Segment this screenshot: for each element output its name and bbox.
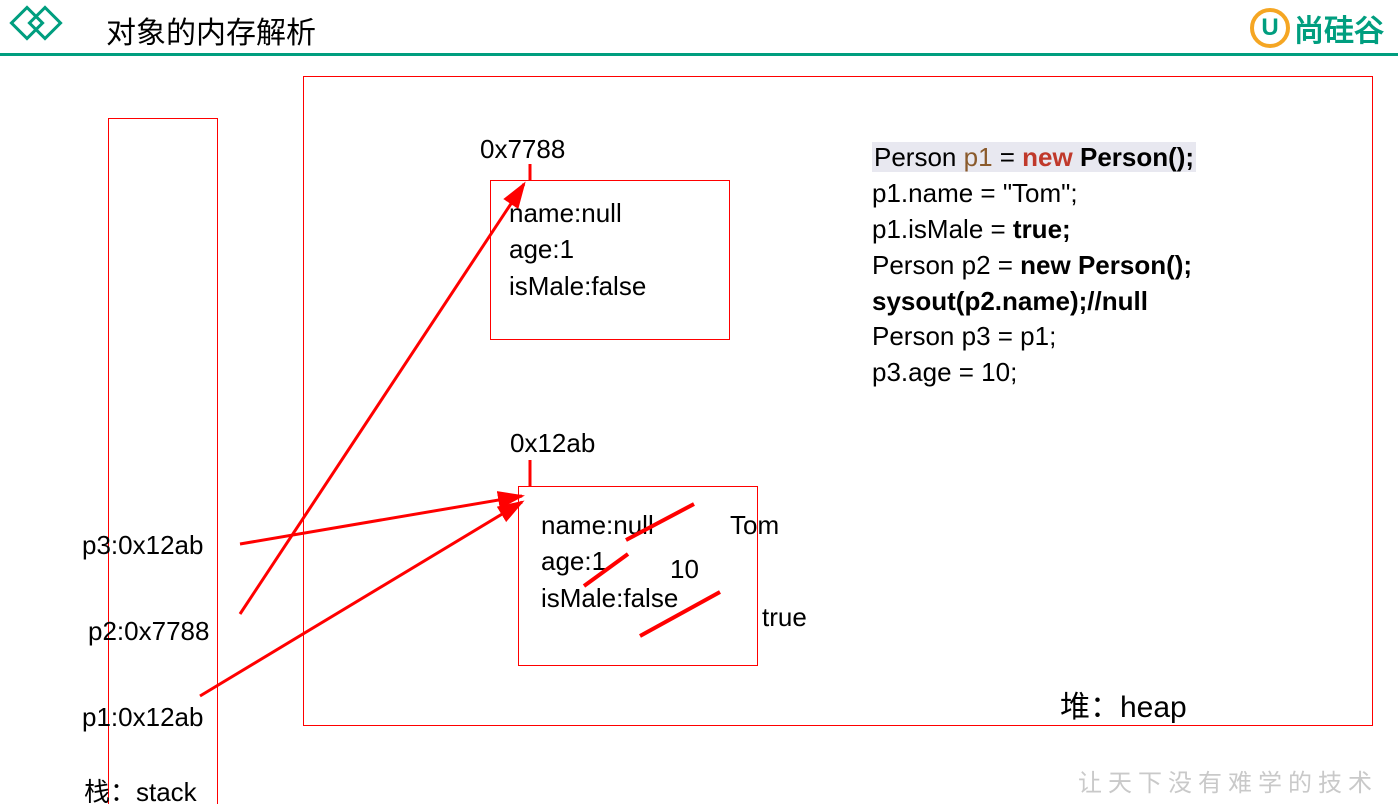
stack-var-p3: p3:0x12ab	[82, 530, 203, 561]
diamond-logo-icon	[6, 0, 66, 58]
obj2-name-new: Tom	[730, 510, 779, 541]
obj1-address: 0x7788	[480, 134, 565, 165]
diagram-canvas: p3:0x12ab p2:0x7788 p1:0x12ab 栈：stack 堆：…	[0, 56, 1398, 804]
slogan-watermark: 让天下没有难学的技术	[1078, 763, 1378, 798]
obj1-name: name:null	[509, 195, 711, 231]
stack-label: 栈：stack	[84, 772, 197, 804]
stack-var-p1: p1:0x12ab	[82, 702, 203, 733]
heap-box	[303, 76, 1373, 726]
obj2-ismale-new: true	[762, 602, 807, 633]
code-line-1: Person p1 = new Person();	[872, 140, 1196, 176]
obj2-box: name:null age:1 isMale:false	[518, 486, 758, 666]
brand: U 尚硅谷	[1250, 6, 1384, 50]
brand-text: 尚硅谷	[1294, 6, 1384, 50]
heap-label: 堆：heap	[1060, 682, 1187, 726]
obj2-age: age:1	[541, 543, 735, 579]
code-line-2: p1.name = "Tom";	[872, 176, 1196, 212]
obj2-address: 0x12ab	[510, 428, 595, 459]
obj2-ismale: isMale:false	[541, 580, 735, 616]
brand-u-icon: U	[1250, 8, 1290, 48]
code-line-3: p1.isMale = true;	[872, 212, 1196, 248]
obj2-age-new: 10	[670, 554, 699, 585]
obj1-ismale: isMale:false	[509, 268, 711, 304]
obj2-name: name:null	[541, 507, 735, 543]
page-title: 对象的内存解析	[106, 8, 316, 52]
obj1-age: age:1	[509, 231, 711, 267]
stack-var-p2: p2:0x7788	[88, 616, 209, 647]
obj1-box: name:null age:1 isMale:false	[490, 180, 730, 340]
code-line-7: p3.age = 10;	[872, 355, 1196, 391]
code-block: Person p1 = new Person(); p1.name = "Tom…	[872, 140, 1196, 391]
code-line-4: Person p2 = new Person();	[872, 248, 1196, 284]
code-line-5: sysout(p2.name);//null	[872, 284, 1196, 320]
code-line-6: Person p3 = p1;	[872, 319, 1196, 355]
header: 对象的内存解析 U 尚硅谷	[0, 0, 1398, 56]
